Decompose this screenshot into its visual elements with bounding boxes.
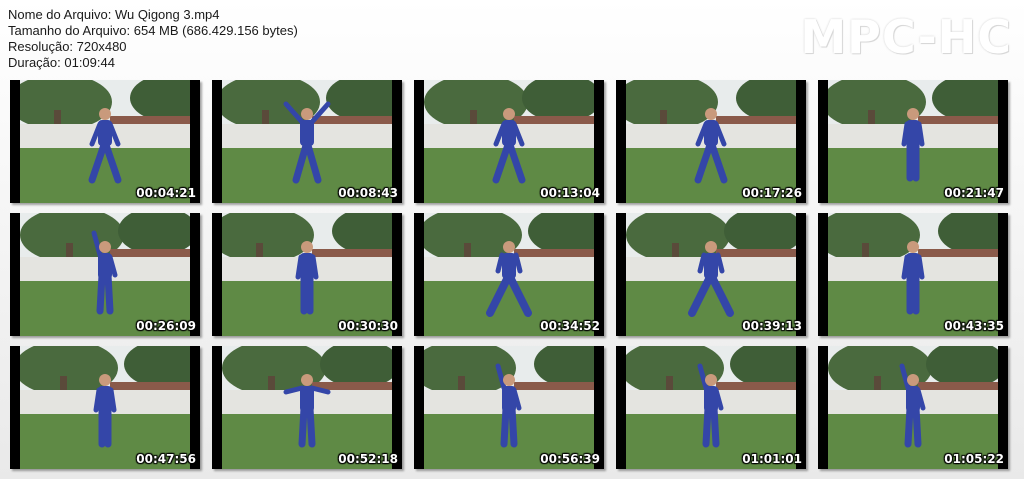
video-frame-image [828,213,998,336]
duration-line: Duração: 01:09:44 [8,55,115,70]
mpc-hc-logo: MPC-HC [800,10,1012,64]
thumbnail-grid: 00:04:21 00:08:43 00:13:04 00:17:26 00:2… [10,80,1010,472]
video-frame-image [424,80,594,203]
video-frame-image [222,346,392,469]
video-frame-image [424,213,594,336]
video-frame-image [626,346,796,469]
timestamp-label: 00:04:21 [136,186,196,200]
video-frame-image [20,80,190,203]
thumbnail: 00:34:52 [414,213,604,336]
video-frame-image [626,80,796,203]
thumbnail: 00:13:04 [414,80,604,203]
thumbnail: 00:56:39 [414,346,604,469]
video-frame-image [222,80,392,203]
thumbnail: 01:05:22 [818,346,1008,469]
video-frame-image [222,213,392,336]
video-frame-image [20,213,190,336]
timestamp-label: 00:47:56 [136,452,196,466]
thumbnail: 00:21:47 [818,80,1008,203]
timestamp-label: 00:39:13 [742,319,802,333]
timestamp-label: 00:21:47 [944,186,1004,200]
video-frame-image [626,213,796,336]
thumbnail: 01:01:01 [616,346,806,469]
thumbnail: 00:08:43 [212,80,402,203]
thumbnail: 00:26:09 [10,213,200,336]
thumbnail: 00:17:26 [616,80,806,203]
thumbnail: 00:47:56 [10,346,200,469]
timestamp-label: 00:17:26 [742,186,802,200]
thumbnail: 00:04:21 [10,80,200,203]
timestamp-label: 00:43:35 [944,319,1004,333]
video-frame-image [828,80,998,203]
timestamp-label: 01:01:01 [742,452,802,466]
thumbnail: 00:39:13 [616,213,806,336]
file-name-line: Nome do Arquivo: Wu Qigong 3.mp4 [8,7,220,22]
timestamp-label: 00:34:52 [540,319,600,333]
video-frame-image [424,346,594,469]
thumbnail: 00:52:18 [212,346,402,469]
resolution-line: Resolução: 720x480 [8,39,127,54]
timestamp-label: 00:08:43 [338,186,398,200]
thumbnail: 00:43:35 [818,213,1008,336]
thumbnail: 00:30:30 [212,213,402,336]
file-size-line: Tamanho do Arquivo: 654 MB (686.429.156 … [8,23,298,38]
timestamp-label: 00:52:18 [338,452,398,466]
timestamp-label: 00:30:30 [338,319,398,333]
timestamp-label: 00:56:39 [540,452,600,466]
timestamp-label: 00:26:09 [136,319,196,333]
video-frame-image [20,346,190,469]
timestamp-label: 00:13:04 [540,186,600,200]
video-frame-image [828,346,998,469]
file-info: Nome do Arquivo: Wu Qigong 3.mp4 Tamanho… [8,7,298,71]
timestamp-label: 01:05:22 [944,452,1004,466]
